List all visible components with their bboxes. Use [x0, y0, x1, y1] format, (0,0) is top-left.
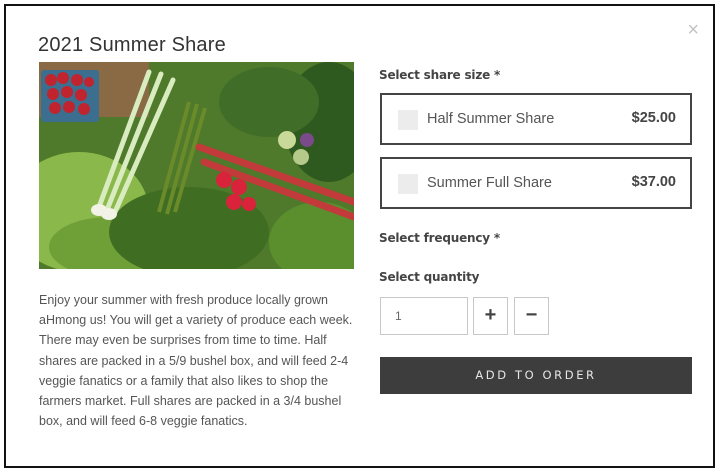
product-description: Enjoy your summer with fresh produce loc…: [39, 293, 353, 429]
option-price: $37.00: [631, 174, 676, 190]
checkbox[interactable]: [398, 110, 418, 130]
option-half-summer-share[interactable]: Half Summer Share $25.00: [380, 93, 692, 145]
quantity-label: Select quantity: [379, 270, 480, 284]
increment-button[interactable]: +: [473, 297, 508, 335]
option-label: Summer Full Share: [427, 175, 552, 191]
close-icon[interactable]: ×: [687, 20, 699, 40]
option-label: Half Summer Share: [427, 111, 555, 127]
checkbox[interactable]: [398, 174, 418, 194]
product-image: [39, 62, 354, 269]
share-size-label: Select share size *: [379, 68, 501, 82]
modal-title: 2021 Summer Share: [38, 34, 226, 56]
add-to-order-button[interactable]: ADD TO ORDER: [380, 357, 692, 394]
option-summer-full-share[interactable]: Summer Full Share $37.00: [380, 157, 692, 209]
option-price: $25.00: [631, 110, 676, 126]
quantity-input[interactable]: [380, 297, 468, 335]
decrement-button[interactable]: −: [514, 297, 549, 335]
product-modal: × 2021 Summer Share Enjoy your summer wi…: [4, 4, 715, 468]
frequency-label: Select frequency *: [379, 231, 500, 245]
